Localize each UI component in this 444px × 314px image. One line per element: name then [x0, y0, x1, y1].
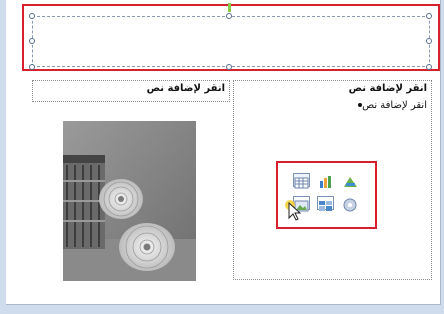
right-placeholder-title: انقر لإضافة نص: [348, 83, 427, 94]
bullet-text: انقر لإضافة نص: [362, 100, 427, 111]
right-placeholder-bullet: انقر لإضافة نص: [352, 100, 427, 111]
title-placeholder[interactable]: [32, 16, 430, 67]
smartart-icon[interactable]: [341, 173, 358, 187]
resize-handle-left[interactable]: [29, 38, 35, 44]
rotation-handle[interactable]: [228, 3, 231, 12]
resize-handle-top[interactable]: [226, 13, 232, 19]
resize-handle-top-left[interactable]: [29, 13, 35, 19]
resize-handle-right[interactable]: [426, 38, 432, 44]
resize-handle-bottom[interactable]: [226, 64, 232, 70]
clipart-icon[interactable]: [317, 196, 334, 211]
resize-handle-bottom-left[interactable]: [29, 64, 35, 70]
insert-content-icons: [276, 161, 377, 229]
mouse-pointer-icon: [284, 199, 302, 225]
resize-handle-top-right[interactable]: [426, 13, 432, 19]
table-icon[interactable]: [293, 173, 310, 189]
left-placeholder-title: انقر لإضافة نص: [146, 83, 225, 94]
chart-icon[interactable]: [317, 173, 334, 188]
flowers-photo[interactable]: [63, 121, 196, 281]
left-text-placeholder[interactable]: انقر لإضافة نص: [32, 80, 230, 102]
media-icon[interactable]: [341, 196, 358, 212]
resize-handle-bottom-right[interactable]: [426, 64, 432, 70]
